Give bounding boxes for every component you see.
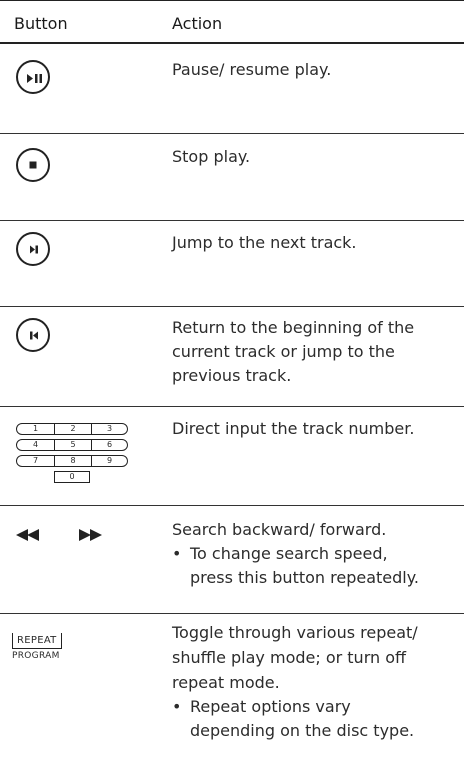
bullet-item: • To change search speed, press this but…	[172, 544, 419, 587]
action-text: Pause/ resume play.	[172, 60, 332, 79]
play-pause-icon	[16, 60, 50, 94]
program-label: PROGRAM	[12, 651, 60, 661]
next-track-icon	[16, 232, 50, 266]
column-header-action: Action	[172, 14, 223, 33]
table-row: Stop play.	[0, 134, 464, 221]
previous-track-icon	[16, 318, 50, 352]
action-text: Return to the beginning of the current t…	[172, 318, 415, 385]
action-text: Search backward/ forward. • To change se…	[172, 518, 460, 590]
action-text: Direct input the track number.	[172, 419, 415, 438]
table-row: Search backward/ forward. • To change se…	[0, 506, 464, 614]
repeat-label: REPEAT	[12, 633, 62, 649]
table-row: Jump to the next track.	[0, 221, 464, 307]
table-header: Button Action	[0, 0, 464, 44]
stop-icon	[16, 148, 50, 182]
table-row: Return to the beginning of the current t…	[0, 307, 464, 407]
table-row: REPEAT PROGRAM Toggle through various re…	[0, 614, 464, 763]
table-row: 1 2 3 4 5 6 7 8 9 0 Direct input the tra…	[0, 407, 464, 506]
table-row: Pause/ resume play.	[0, 44, 464, 134]
action-text: Stop play.	[172, 147, 251, 166]
column-header-button: Button	[14, 14, 68, 33]
action-text: Toggle through various repeat/ shuffle p…	[172, 620, 460, 743]
search-arrows-icon	[16, 528, 126, 544]
action-text: Jump to the next track.	[172, 233, 357, 252]
repeat-program-button: REPEAT PROGRAM	[12, 628, 82, 662]
bullet-item: • Repeat options vary depending on the d…	[172, 697, 415, 740]
